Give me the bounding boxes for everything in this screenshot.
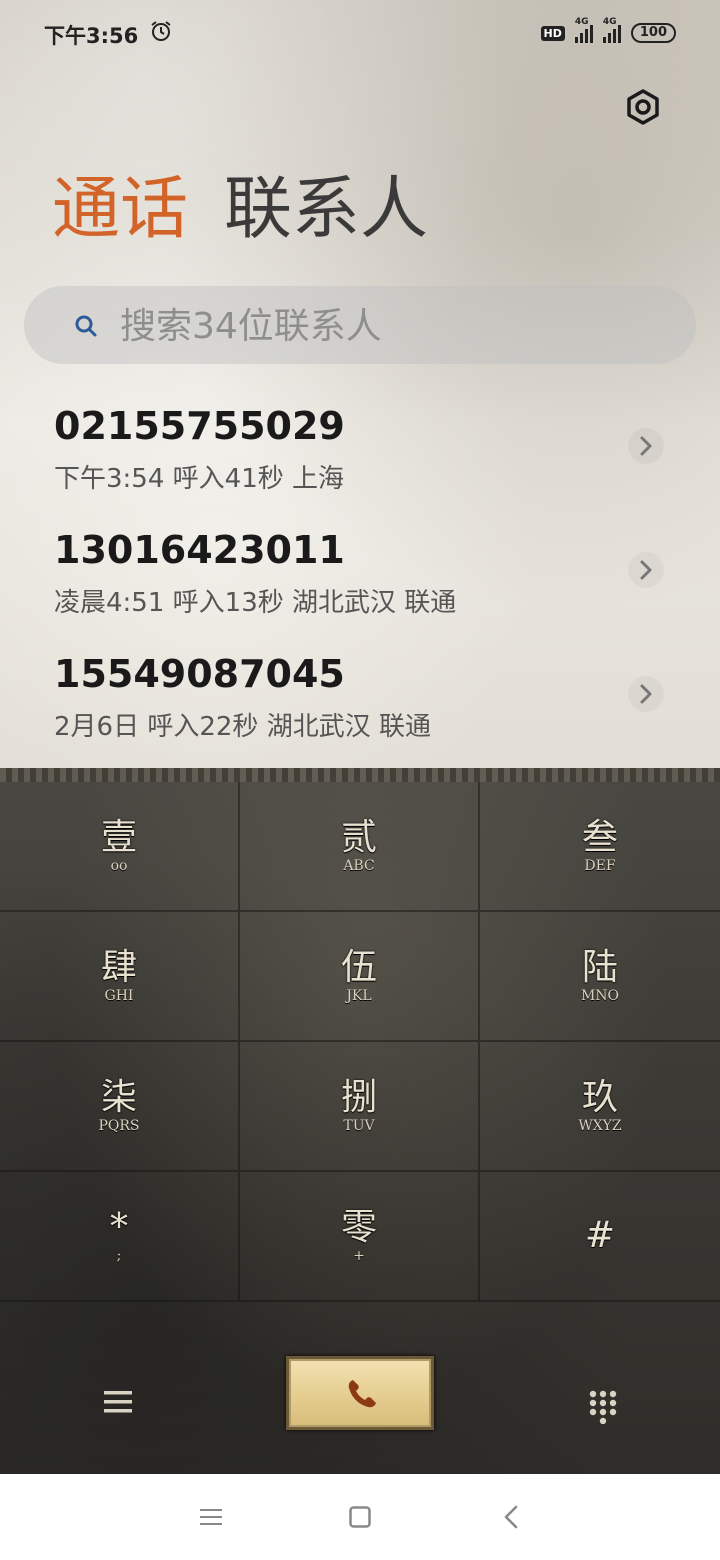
- key-3[interactable]: 叁 DEF: [480, 782, 720, 912]
- back-icon[interactable]: [502, 1504, 520, 1530]
- call-meta: 凌晨4:51 呼入13秒 湖北武汉 联通: [54, 588, 457, 618]
- phone-icon: [348, 1380, 376, 1408]
- call-log-item[interactable]: 02155755029 下午3:54 呼入41秒 上海: [0, 388, 720, 512]
- key-9[interactable]: 玖 WXYZ: [480, 1042, 720, 1172]
- ornamental-border: [0, 768, 720, 782]
- key-0[interactable]: 零 +: [240, 1172, 480, 1302]
- chevron-right-icon[interactable]: [628, 552, 664, 588]
- system-nav-bar: [0, 1474, 720, 1560]
- dialpad: 壹 oo 贰 ABC 叁 DEF 肆 GHI 伍 JKL 陆 MNO 柒 PQRS 捌 TUV …: [0, 768, 720, 1474]
- key-2[interactable]: 贰 ABC: [240, 782, 480, 912]
- dialpad-actions: [0, 1322, 720, 1474]
- call-meta: 2月6日 呼入22秒 湖北武汉 联通: [54, 712, 431, 742]
- tab-calls[interactable]: 通话: [52, 170, 188, 250]
- key-4[interactable]: 肆 GHI: [0, 912, 240, 1042]
- call-meta: 下午3:54 呼入41秒 上海: [54, 464, 344, 494]
- battery-icon: 100: [630, 23, 676, 43]
- settings-icon[interactable]: [624, 88, 662, 126]
- tab-contacts[interactable]: 联系人: [224, 170, 428, 250]
- call-number: 13016423011: [54, 528, 345, 572]
- call-number: 02155755029: [54, 404, 345, 448]
- hd-badge: HD: [540, 25, 565, 41]
- dialpad-icon[interactable]: [589, 1390, 617, 1424]
- search-bar[interactable]: [24, 286, 696, 364]
- key-8[interactable]: 捌 TUV: [240, 1042, 480, 1172]
- recents-icon[interactable]: [200, 1507, 222, 1527]
- status-time: 下午3:56: [44, 24, 139, 48]
- call-log-item[interactable]: 13016423011 凌晨4:51 呼入13秒 湖北武汉 联通: [0, 512, 720, 636]
- key-5[interactable]: 伍 JKL: [240, 912, 480, 1042]
- home-icon[interactable]: [349, 1506, 371, 1528]
- call-button[interactable]: [286, 1356, 434, 1430]
- signal-icon-sim1: 4G: [574, 17, 593, 43]
- call-number: 15549087045: [54, 652, 345, 696]
- alarm-icon: [151, 21, 171, 41]
- menu-icon[interactable]: [104, 1390, 132, 1414]
- key-1[interactable]: 壹 oo: [0, 782, 240, 912]
- dialpad-keys: 壹 oo 贰 ABC 叁 DEF 肆 GHI 伍 JKL 陆 MNO 柒 PQRS 捌 TUV …: [0, 782, 720, 1302]
- call-log-list: 02155755029 下午3:54 呼入41秒 上海 13016423011 …: [0, 388, 720, 760]
- voicemail-icon: oo: [110, 858, 128, 874]
- search-input[interactable]: [118, 300, 682, 352]
- signal-icon-sim2: 4G: [602, 17, 621, 43]
- chevron-right-icon[interactable]: [628, 428, 664, 464]
- parchment-background: 下午3:56 HD 4G 4G 100 通话 联系人 搜索34位联系人 0215…: [0, 0, 720, 768]
- key-star[interactable]: *;: [0, 1172, 240, 1302]
- search-icon: [75, 315, 97, 337]
- chevron-right-icon[interactable]: [628, 676, 664, 712]
- key-7[interactable]: 柒 PQRS: [0, 1042, 240, 1172]
- status-indicators: HD 4G 4G 100: [540, 17, 676, 46]
- tab-bar: 通话 联系人: [52, 170, 428, 250]
- key-6[interactable]: 陆 MNO: [480, 912, 720, 1042]
- call-log-item[interactable]: 15549087045 2月6日 呼入22秒 湖北武汉 联通: [0, 636, 720, 760]
- key-hash[interactable]: #: [480, 1172, 720, 1302]
- status-bar: 下午3:56 HD 4G 4G 100: [0, 0, 720, 66]
